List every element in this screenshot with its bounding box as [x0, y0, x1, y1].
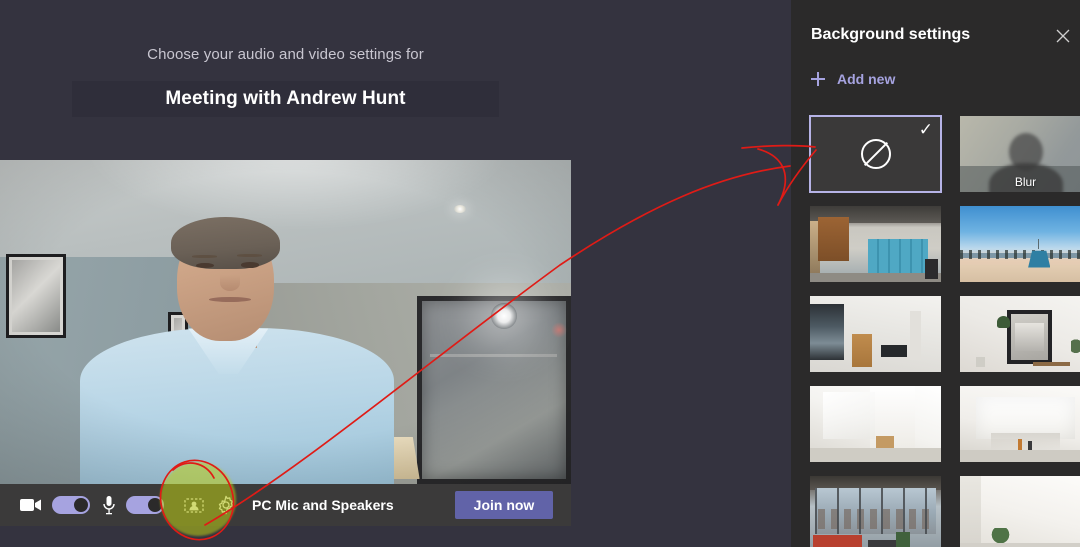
panel-title: Background settings — [811, 26, 971, 43]
microphone-toggle[interactable] — [126, 496, 164, 514]
prejoin-subtitle: Choose your audio and video settings for — [147, 46, 424, 63]
thumbnail-image — [810, 386, 941, 462]
camera-toggle-knob — [74, 498, 88, 512]
background-effects-icon[interactable] — [184, 495, 204, 515]
background-thumbnail-room-with-mirror[interactable] — [960, 296, 1080, 372]
background-thumbnail-grid: ✓ Blur — [809, 115, 1080, 547]
video-preview[interactable] — [0, 160, 571, 484]
background-thumbnail-bright-room[interactable] — [810, 296, 941, 372]
background-thumbnail-white-interior[interactable] — [810, 386, 941, 462]
audio-device-label: PC Mic and Speakers — [252, 497, 394, 513]
background-thumbnail-loft-office[interactable] — [810, 476, 941, 547]
video-feed — [0, 160, 571, 484]
add-new-label: Add new — [837, 71, 896, 87]
background-thumbnail-office-lockers[interactable] — [810, 206, 941, 282]
microphone-icon[interactable] — [102, 494, 116, 516]
meeting-title-bar: Meeting with Andrew Hunt — [72, 81, 499, 117]
thumbnail-image — [810, 296, 941, 372]
meeting-title: Meeting with Andrew Hunt — [165, 88, 406, 109]
background-thumbnail-blur[interactable]: Blur — [960, 116, 1080, 192]
background-thumbnail-white-studio[interactable] — [960, 386, 1080, 462]
background-thumbnail-none[interactable]: ✓ — [809, 115, 942, 193]
gear-icon[interactable] — [216, 495, 236, 515]
blur-label: Blur — [1014, 175, 1037, 189]
thumbnail-image — [810, 476, 941, 547]
add-new-background-button[interactable]: Add new — [811, 71, 895, 87]
video-camera-icon[interactable] — [20, 495, 42, 515]
camera-toggle[interactable] — [52, 496, 90, 514]
microphone-toggle-knob — [148, 498, 162, 512]
thumbnail-image — [960, 476, 1080, 547]
background-settings-panel: Background settings Add new ✓ Blur — [791, 0, 1080, 547]
thumbnail-image — [810, 206, 941, 282]
thumbnail-image — [960, 386, 1080, 462]
background-thumbnail-beach-boardwalk[interactable] — [960, 206, 1080, 282]
plus-icon — [811, 72, 825, 86]
selected-check-icon: ✓ — [918, 120, 933, 139]
no-background-icon — [860, 139, 891, 169]
join-now-button[interactable]: Join now — [455, 491, 553, 519]
close-icon[interactable] — [1050, 23, 1076, 49]
thumbnail-image — [960, 206, 1080, 282]
teams-prejoin-screen: Choose your audio and video settings for… — [0, 0, 1080, 547]
thumbnail-image — [960, 296, 1080, 372]
prejoin-area: Choose your audio and video settings for… — [0, 0, 791, 547]
background-thumbnail-plain-wall[interactable] — [960, 476, 1080, 547]
prejoin-toolbar: PC Mic and Speakers Join now — [0, 484, 571, 526]
